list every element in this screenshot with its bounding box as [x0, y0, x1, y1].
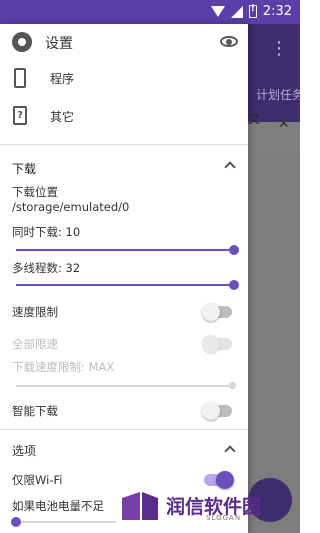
- smart-download-label: 智能下载: [12, 404, 58, 418]
- thread-count-label: 多线程数: 32: [12, 261, 81, 275]
- watermark-slogan: SLOGAN: [206, 514, 242, 522]
- download-speed-slider[interactable]: [16, 382, 236, 389]
- toggle-thumb: [202, 303, 220, 321]
- close-icon: ✕: [278, 116, 290, 132]
- more-icon: ⋮: [270, 38, 288, 59]
- slider-knob[interactable]: [229, 245, 239, 255]
- global-limit-toggle[interactable]: [202, 335, 232, 353]
- battery-low-label: 如果电池电量不足: [12, 499, 104, 513]
- status-bar: 2:32: [0, 0, 300, 24]
- wifi-icon: [210, 5, 225, 18]
- watermark: 润信软件园 SLOGAN: [120, 486, 290, 526]
- status-time: 2:32: [262, 4, 292, 19]
- background-app[interactable]: ⋮ 计划任务 文 ✕: [248, 24, 300, 533]
- wifi-only-toggle[interactable]: [204, 471, 234, 489]
- battery-icon: [248, 4, 257, 18]
- smart-download-toggle[interactable]: [202, 402, 232, 420]
- download-settings: 下载位置 /storage/emulated/0 同时下载: 10 多线程数: …: [0, 174, 248, 533]
- slider-fill: [16, 284, 234, 286]
- download-location-label[interactable]: 下载位置: [12, 184, 58, 200]
- signal-icon: [230, 5, 243, 18]
- nav-item-label: 程序: [50, 72, 75, 86]
- slider-knob[interactable]: [229, 280, 239, 290]
- gear-icon: [12, 32, 32, 52]
- battery-slider[interactable]: [11, 517, 116, 527]
- concurrent-downloads-slider[interactable]: [16, 245, 239, 255]
- background-toolbar: ⋮: [248, 24, 300, 74]
- speed-limit-toggle[interactable]: [202, 303, 232, 321]
- nav-item-programs[interactable]: 程序: [0, 60, 248, 98]
- toggle-thumb: [202, 402, 220, 420]
- eye-icon[interactable]: [220, 36, 238, 47]
- drawer-header: 设置: [0, 24, 248, 60]
- concurrent-downloads-label: 同时下载: 10: [12, 225, 81, 239]
- wifi-only-label: 仅限Wi-Fi: [12, 473, 63, 487]
- nav-item-other[interactable]: ? 其它: [0, 98, 248, 136]
- background-tab-label: 计划任务: [256, 88, 300, 102]
- phone-icon: [14, 68, 26, 88]
- section-title-options[interactable]: 选项: [12, 442, 36, 459]
- divider: [0, 429, 248, 430]
- settings-drawer: 设置 程序 ? 其它 下载 下载位置 /storage/emulated/0 同…: [0, 24, 248, 533]
- speed-limit-label: 速度限制: [12, 305, 58, 319]
- chevron-up-icon: [224, 161, 236, 173]
- slider-fill: [16, 249, 234, 251]
- chevron-up-icon[interactable]: [224, 445, 236, 457]
- slider-knob[interactable]: [229, 382, 236, 389]
- status-icons: 2:32: [210, 4, 292, 19]
- nav-item-label: 其它: [50, 110, 75, 124]
- background-filter-label: 文: [248, 112, 261, 126]
- thread-count-slider[interactable]: [16, 280, 239, 290]
- slider-knob[interactable]: [11, 517, 21, 527]
- download-location-path: /storage/emulated/0: [12, 200, 130, 214]
- toggle-thumb: [202, 335, 220, 353]
- watermark-logo: [122, 492, 158, 520]
- help-icon: ?: [13, 106, 27, 125]
- download-speed-limit-label: 下载速度限制: MAX: [12, 360, 115, 374]
- drawer-title: 设置: [45, 36, 73, 52]
- global-limit-label: 全部限速: [12, 337, 58, 351]
